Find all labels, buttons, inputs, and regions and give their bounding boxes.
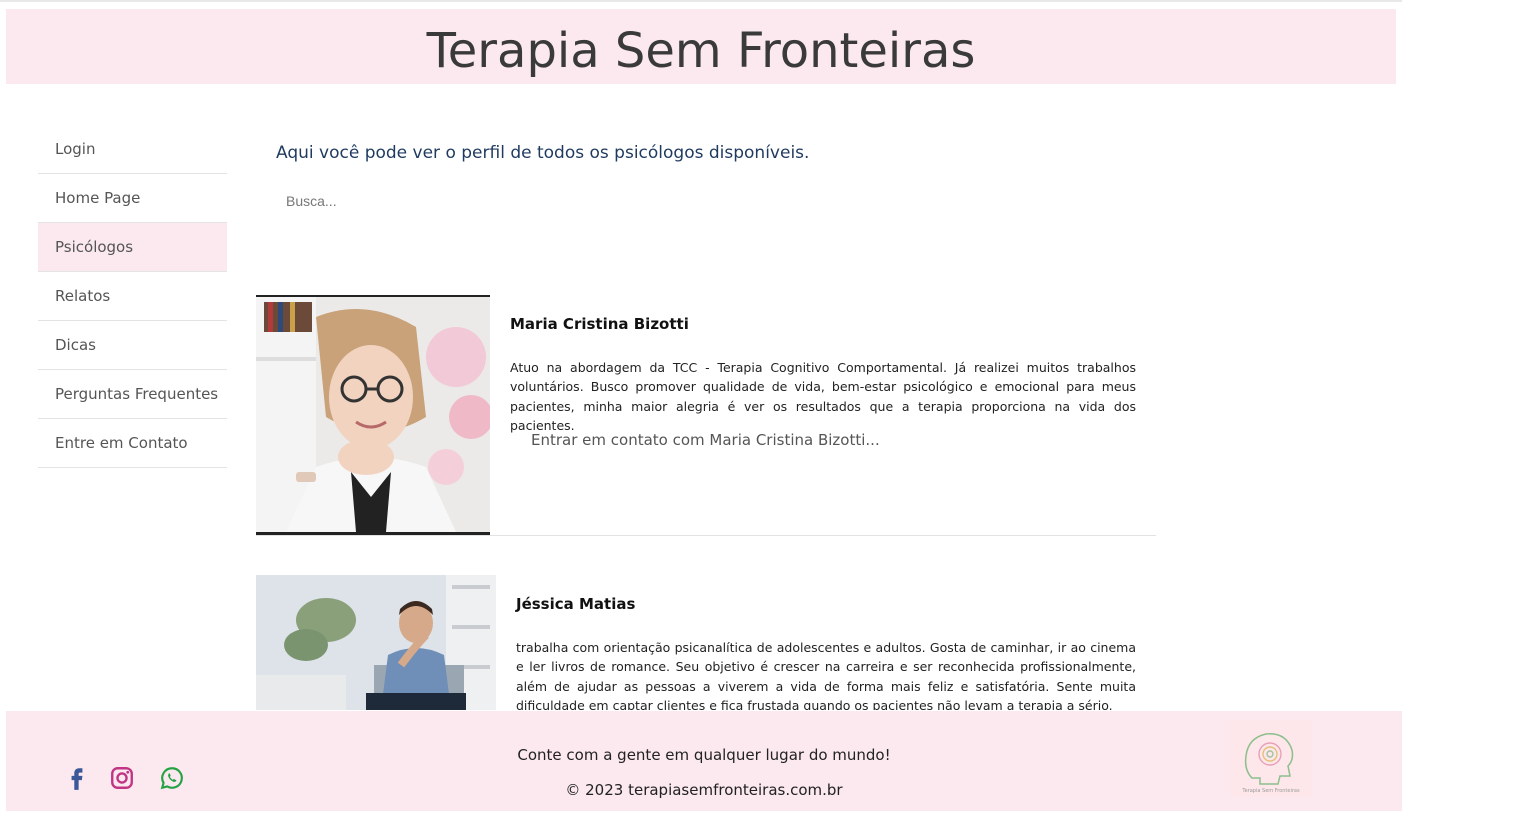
footer-message: Conte com a gente em qualquer lugar do m… — [517, 746, 891, 764]
psychologist-photo — [256, 575, 496, 710]
svg-text:Terapia Sem Fronteiras: Terapia Sem Fronteiras — [1241, 788, 1300, 794]
sidebar-item-psicologos[interactable]: Psicólogos — [38, 223, 227, 272]
search-input[interactable] — [276, 189, 546, 213]
psychologist-photo — [256, 295, 490, 535]
site-header: Terapia Sem Fronteiras — [6, 9, 1396, 84]
top-divider — [0, 0, 1402, 2]
psychologist-name: Maria Cristina Bizotti — [510, 315, 689, 333]
sidebar-item-login[interactable]: Login — [38, 125, 227, 174]
sidebar-item-perguntas-frequentes[interactable]: Perguntas Frequentes — [38, 370, 227, 419]
contact-psychologist-link[interactable]: Entrar em contato com Maria Cristina Biz… — [531, 431, 880, 449]
psychologist-description: Atuo na abordagem da TCC - Terapia Cogni… — [510, 360, 1136, 433]
psychologist-name: Jéssica Matias — [516, 595, 636, 613]
psychologist-description: trabalha com orientação psicanalítica de… — [516, 640, 1136, 710]
site-title: Terapia Sem Fronteiras — [426, 23, 976, 79]
site-logo: Terapia Sem Fronteiras — [1230, 720, 1312, 797]
sidebar-item-entre-em-contato[interactable]: Entre em Contato — [38, 419, 227, 468]
sidebar-item-relatos[interactable]: Relatos — [38, 272, 227, 321]
site-footer: Conte com a gente em qualquer lugar do m… — [6, 711, 1402, 811]
psychologist-card: Jéssica Matias trabalha com orientação p… — [256, 575, 1156, 710]
sidebar-nav: Login Home Page Psicólogos Relatos Dicas… — [38, 125, 227, 468]
sidebar-item-dicas[interactable]: Dicas — [38, 321, 227, 370]
psychologist-card: Maria Cristina Bizotti Atuo na abordagem… — [256, 295, 1156, 536]
footer-copyright: © 2023 terapiasemfronteiras.com.br — [565, 781, 843, 799]
page-intro: Aqui você pode ver o perfil de todos os … — [276, 143, 810, 163]
sidebar-item-home-page[interactable]: Home Page — [38, 174, 227, 223]
